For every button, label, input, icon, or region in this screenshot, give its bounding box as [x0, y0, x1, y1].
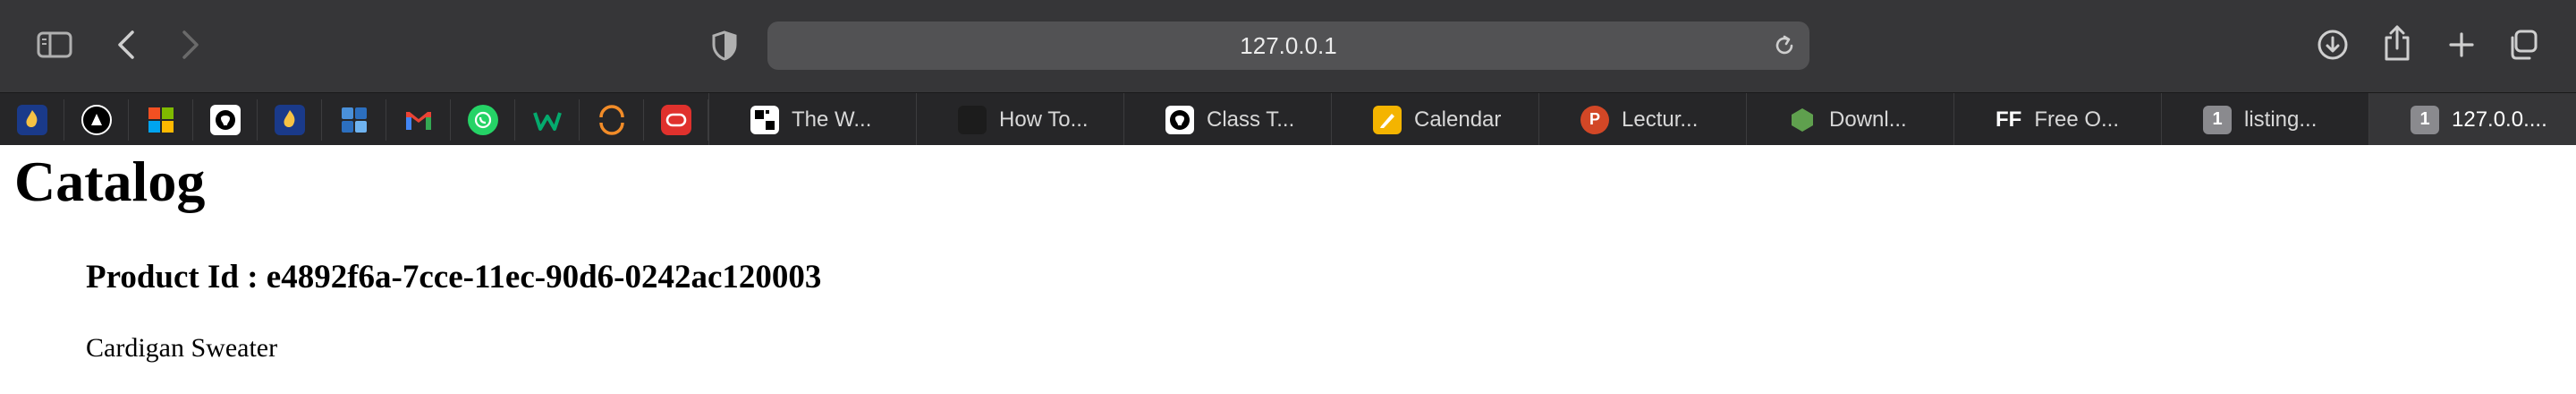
blocks-icon: [339, 105, 369, 135]
browser-toolbar: 127.0.0.1: [0, 0, 2576, 92]
new-tab-plus-icon[interactable]: [2444, 27, 2479, 63]
pinned-tab[interactable]: [129, 99, 193, 141]
sidebar-toggle-icon[interactable]: [34, 29, 75, 61]
pinned-tab[interactable]: [322, 99, 386, 141]
tab-label: Downl...: [1829, 107, 1907, 132]
pinned-tab[interactable]: [258, 99, 322, 141]
pinned-tab[interactable]: [386, 99, 451, 141]
pinned-tab[interactable]: [515, 99, 580, 141]
tab[interactable]: P Lectur...: [1538, 93, 1746, 146]
tab-label: Class T...: [1207, 107, 1295, 132]
share-icon[interactable]: [2381, 21, 2413, 64]
pinned-tab[interactable]: [451, 99, 515, 141]
tab-bar: The W... How To... Class T... Calendar P…: [0, 92, 2576, 146]
product-name: Cardigan Sweater: [86, 333, 278, 363]
pinned-tab[interactable]: [580, 99, 644, 141]
tab[interactable]: 1 listing...: [2161, 93, 2368, 146]
tab-label: listing...: [2244, 107, 2318, 132]
privacy-shield-icon[interactable]: [711, 27, 738, 64]
web-page: Catalog Product Id : e4892f6a-7cce-11ec-…: [0, 145, 2576, 394]
tab-overview-icon[interactable]: [2504, 27, 2540, 63]
pinned-tab[interactable]: [64, 99, 129, 141]
github-icon: [1165, 105, 1194, 134]
product-id-heading: Product Id : e4892f6a-7cce-11ec-90d6-024…: [86, 259, 822, 296]
tab-label: Calendar: [1414, 107, 1502, 132]
powerpoint-icon: P: [1580, 105, 1609, 134]
tab-group-icon: 1: [2411, 105, 2439, 134]
tab[interactable]: Calendar: [1331, 93, 1538, 146]
tab[interactable]: How To...: [916, 93, 1123, 146]
pinned-tab[interactable]: [0, 99, 64, 141]
download-icon[interactable]: [2315, 27, 2351, 63]
tab-group-icon: 1: [2203, 105, 2232, 134]
hexagon-icon: [1788, 106, 1817, 134]
back-icon[interactable]: [113, 27, 140, 63]
calendar-pencil-icon: [1373, 105, 1402, 134]
oracle-icon: [660, 105, 691, 135]
dark-site-icon: [958, 105, 987, 134]
microsoft-icon: [146, 105, 176, 135]
fireship-icon: [16, 105, 47, 135]
wizard-icon: [80, 105, 112, 135]
ff-icon: FF: [1996, 107, 2022, 132]
url-text[interactable]: 127.0.0.1: [767, 21, 1809, 70]
tab-label: How To...: [999, 107, 1089, 132]
ring-icon: [597, 105, 627, 135]
tab-label: Free O...: [2034, 107, 2120, 132]
forward-icon[interactable]: [177, 27, 204, 63]
tab-label: Lectur...: [1622, 107, 1699, 132]
reload-icon[interactable]: [1772, 33, 1797, 58]
page-title: Catalog: [14, 150, 206, 213]
tab[interactable]: FF Free O...: [1953, 93, 2161, 146]
tab-active[interactable]: 1 127.0.0....: [2368, 93, 2576, 146]
w3schools-icon: [532, 105, 563, 135]
tab[interactable]: The W...: [708, 93, 916, 146]
tab[interactable]: Downl...: [1746, 93, 1953, 146]
address-bar[interactable]: 127.0.0.1: [767, 21, 1809, 70]
tab[interactable]: Class T...: [1123, 93, 1331, 146]
pinned-tab[interactable]: [193, 99, 258, 141]
tab-label: The W...: [792, 107, 872, 132]
whatsapp-icon: [467, 105, 498, 135]
gmail-icon: [403, 105, 434, 135]
github-icon: [209, 105, 241, 135]
w-logo-icon: [750, 105, 779, 134]
tab-label: 127.0.0....: [2452, 107, 2547, 132]
pinned-tab[interactable]: [644, 99, 708, 141]
fireship-icon: [274, 105, 305, 135]
